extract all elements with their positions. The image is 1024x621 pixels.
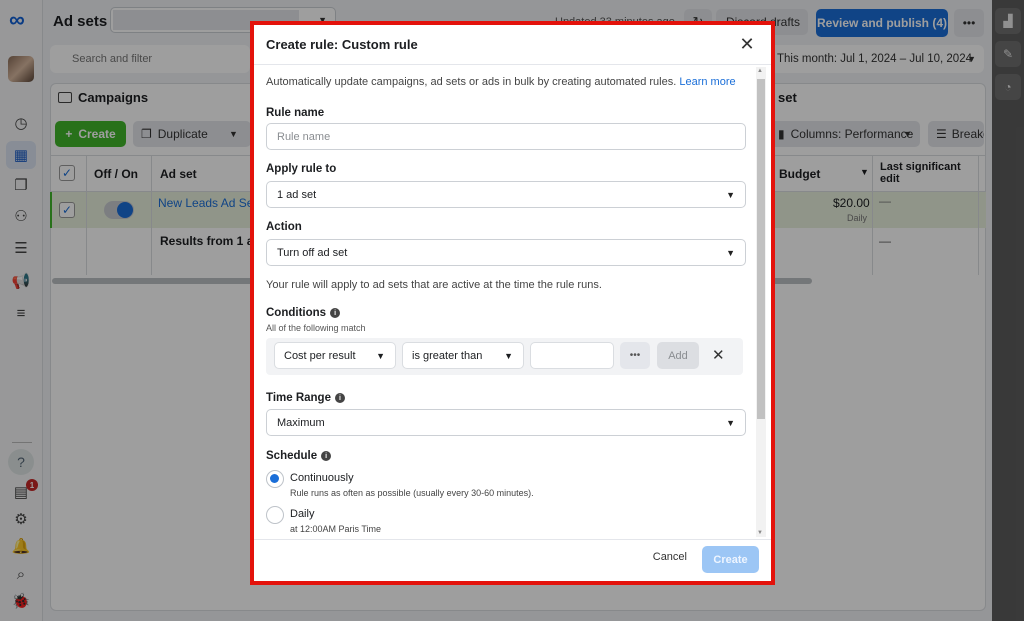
learn-more-link[interactable]: Learn more — [679, 76, 735, 88]
action-label: Action — [266, 221, 302, 233]
schedule-label: Schedule i — [266, 450, 332, 462]
apply-rule-label: Apply rule to — [266, 163, 337, 175]
chevron-down-icon: ▼ — [726, 189, 735, 200]
add-condition-button[interactable]: Add — [657, 342, 699, 369]
operator-value: is greater than — [412, 349, 483, 362]
time-range-value: Maximum — [277, 416, 325, 429]
conditions-label: Conditions i — [266, 307, 341, 319]
dialog-scrollbar[interactable]: ▲ ▼ — [756, 67, 766, 537]
time-range-select[interactable]: Maximum ▼ — [266, 409, 746, 436]
schedule-daily-radio[interactable] — [266, 506, 284, 524]
info-icon[interactable]: i — [334, 393, 345, 403]
remove-condition-icon[interactable]: ✕ — [712, 346, 725, 364]
dialog-description: Automatically update campaigns, ad sets … — [266, 76, 736, 88]
apply-rule-select[interactable]: 1 ad set ▼ — [266, 181, 746, 208]
create-rule-dialog-highlight: Create rule: Custom rule ✕ Automatically… — [250, 21, 775, 585]
metric-value: Cost per result — [284, 349, 356, 362]
description-text: Automatically update campaigns, ad sets … — [266, 76, 677, 88]
condition-operator-select[interactable]: is greater than ▼ — [402, 342, 524, 369]
schedule-text: Schedule — [266, 450, 318, 462]
schedule-continuously-sub: Rule runs as often as possible (usually … — [290, 488, 534, 498]
condition-metric-select[interactable]: Cost per result ▼ — [274, 342, 396, 369]
scrollbar-thumb[interactable] — [757, 79, 765, 419]
create-rule-dialog: Create rule: Custom rule ✕ Automatically… — [254, 25, 771, 581]
action-note: Your rule will apply to ad sets that are… — [266, 279, 602, 291]
chevron-down-icon: ▼ — [726, 247, 735, 258]
time-range-text: Time Range — [266, 392, 331, 404]
chevron-down-icon: ▼ — [376, 350, 385, 361]
scroll-up-icon[interactable]: ▲ — [757, 68, 763, 74]
apply-rule-value: 1 ad set — [277, 188, 317, 201]
create-rule-button[interactable]: Create — [702, 546, 759, 573]
info-icon[interactable]: i — [321, 451, 332, 461]
rule-name-input[interactable]: Rule name — [266, 123, 746, 150]
info-icon[interactable]: i — [330, 308, 341, 318]
cancel-button[interactable]: Cancel — [653, 551, 687, 563]
chevron-down-icon: ▼ — [726, 417, 735, 428]
condition-value-input[interactable] — [530, 342, 614, 369]
schedule-daily-label[interactable]: Daily — [290, 508, 314, 520]
chevron-down-icon: ▼ — [504, 350, 513, 361]
conditions-text: Conditions — [266, 307, 327, 319]
condition-more-button[interactable]: ••• — [620, 342, 650, 369]
condition-row: Cost per result ▼ is greater than ▼ ••• … — [266, 338, 743, 375]
action-value: Turn off ad set — [277, 246, 348, 259]
schedule-continuously-radio[interactable] — [266, 470, 284, 488]
scroll-down-icon[interactable]: ▼ — [757, 530, 763, 536]
action-select[interactable]: Turn off ad set ▼ — [266, 239, 746, 266]
dialog-footer: Cancel Create — [254, 539, 771, 581]
time-range-label: Time Range i — [266, 392, 345, 404]
dialog-body: Automatically update campaigns, ad sets … — [254, 65, 755, 539]
schedule-daily-sub: at 12:00AM Paris Time — [290, 524, 382, 534]
conditions-sub: All of the following match — [266, 323, 366, 333]
rule-name-label: Rule name — [266, 107, 325, 119]
close-icon[interactable]: ✕ — [737, 34, 757, 54]
schedule-continuously-label[interactable]: Continuously — [290, 472, 354, 484]
dialog-title: Create rule: Custom rule — [266, 37, 418, 52]
